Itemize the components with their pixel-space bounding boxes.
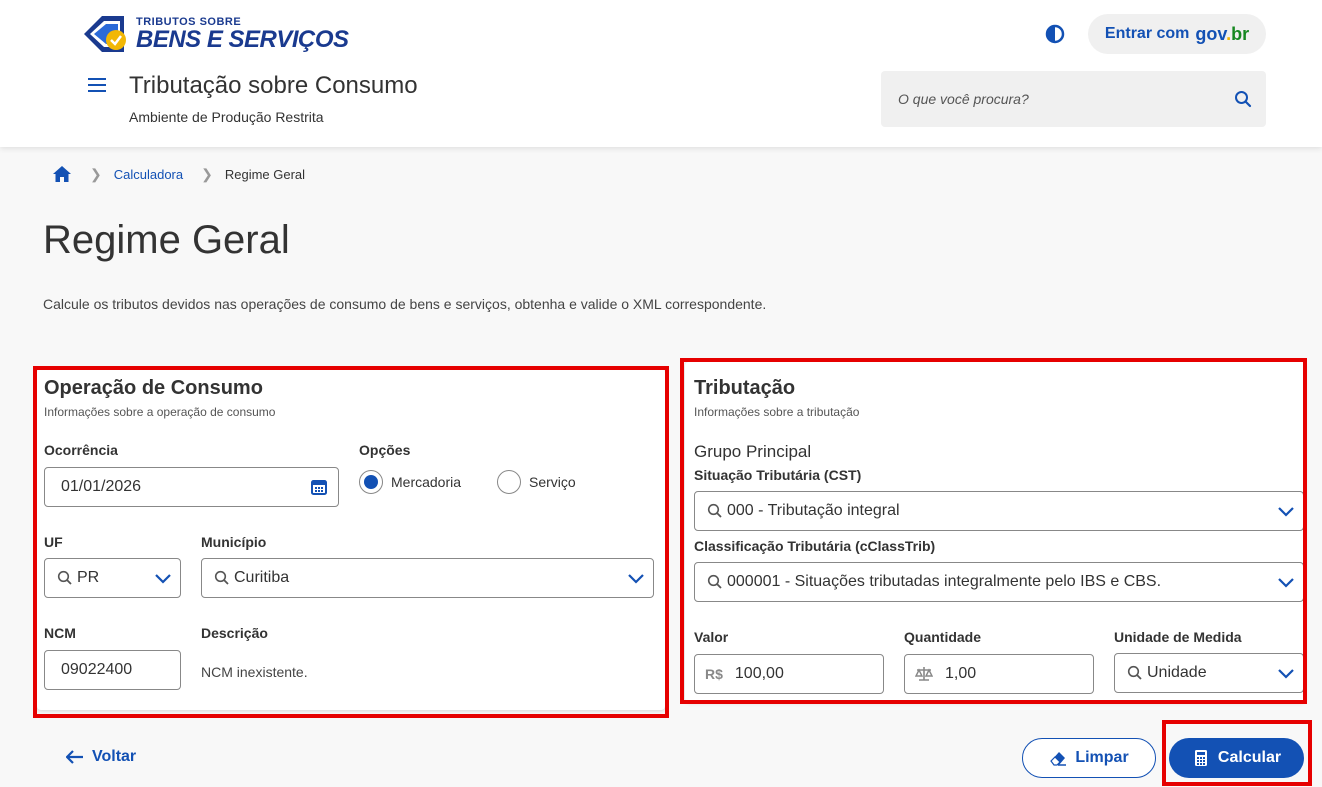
app-subtitle: Ambiente de Produção Restrita <box>129 109 324 125</box>
tributacao-title: Tributação <box>694 377 796 399</box>
tag-check-logo-icon <box>84 16 126 52</box>
breadcrumb-link-calculadora[interactable]: Calculadora <box>114 167 183 182</box>
chevron-right-icon: ❯ <box>90 165 102 182</box>
municipio-label: Município <box>201 534 267 550</box>
login-govbr-button[interactable]: Entrar com gov.br <box>1088 14 1266 54</box>
grupo-principal-label: Grupo Principal <box>694 442 812 461</box>
arrow-left-icon <box>66 750 83 764</box>
valor-input[interactable]: R$ 100,00 <box>694 654 884 694</box>
radio-label: Mercadoria <box>391 474 462 490</box>
cst-select[interactable]: 000 - Tributação integral <box>694 491 1304 531</box>
operacao-title: Operação de Consumo <box>44 377 263 399</box>
municipio-value: Curitiba <box>234 569 290 586</box>
municipio-select[interactable]: Curitiba <box>201 558 654 598</box>
chevron-down-icon[interactable] <box>154 569 172 587</box>
eraser-icon <box>1050 752 1067 766</box>
cclasstrib-select[interactable]: 000001 - Situações tributadas integralme… <box>694 562 1304 602</box>
calculate-button[interactable]: Calcular <box>1169 738 1304 778</box>
radio-servico[interactable]: Serviço <box>497 470 576 494</box>
uf-value: PR <box>77 569 100 586</box>
chevron-down-icon[interactable] <box>1277 502 1295 520</box>
cst-value: 000 - Tributação integral <box>727 502 900 519</box>
search-icon <box>707 574 722 589</box>
page-description: Calcule os tributos devidos nas operaçõe… <box>43 296 767 312</box>
home-icon[interactable] <box>52 165 72 183</box>
calculate-label: Calcular <box>1217 749 1282 766</box>
chevron-right-icon: ❯ <box>201 165 213 182</box>
cclasstrib-value: 000001 - Situações tributadas integralme… <box>727 573 1162 590</box>
govbr-logo: gov.br <box>1195 24 1249 45</box>
breadcrumb-current: Regime Geral <box>224 166 306 182</box>
radio-mercadoria[interactable]: Mercadoria <box>359 470 461 494</box>
ocorrencia-label: Ocorrência <box>44 442 118 458</box>
search-box <box>881 71 1266 127</box>
search-icon <box>707 503 722 518</box>
quantidade-value: 1,00 <box>945 665 977 682</box>
operacao-card: Operação de Consumo Informações sobre a … <box>37 369 665 710</box>
calendar-icon[interactable] <box>310 478 328 496</box>
uf-select[interactable]: PR <box>44 558 181 598</box>
login-label: Entrar com <box>1104 25 1190 42</box>
quantidade-input[interactable]: 1,00 <box>904 654 1094 694</box>
chevron-down-icon[interactable] <box>1277 664 1295 682</box>
ncm-value: 09022400 <box>61 661 133 678</box>
quantidade-label: Quantidade <box>904 629 982 645</box>
ncm-input[interactable]: 09022400 <box>44 650 181 690</box>
page-title: Regime Geral <box>43 218 290 262</box>
descricao-label: Descrição <box>201 625 268 641</box>
search-icon <box>214 570 229 585</box>
clear-button[interactable]: Limpar <box>1022 738 1156 778</box>
ocorrencia-value: 01/01/2026 <box>61 478 142 495</box>
brand-logo[interactable]: TRIBUTOS SOBRE BENS E SERVIÇOS <box>80 12 349 56</box>
currency-prefix: R$ <box>705 666 723 682</box>
back-button[interactable]: Voltar <box>66 748 136 766</box>
chevron-down-icon[interactable] <box>627 569 645 587</box>
app-title: Tributação sobre Consumo <box>129 72 418 99</box>
tributacao-card: Tributação Informações sobre a tributaçã… <box>685 362 1305 702</box>
valor-value: 100,00 <box>734 665 784 682</box>
back-label: Voltar <box>92 748 137 765</box>
search-input[interactable] <box>881 71 1221 127</box>
scale-icon <box>915 667 933 681</box>
govbr-logo-part: gov <box>1195 23 1227 44</box>
radio-label: Serviço <box>529 474 576 490</box>
govbr-logo-part: br <box>1231 23 1250 44</box>
unidade-select[interactable]: Unidade <box>1114 653 1304 693</box>
valor-label: Valor <box>694 629 729 645</box>
unidade-label: Unidade de Medida <box>1114 629 1242 645</box>
search-icon <box>1127 665 1142 680</box>
tributacao-subtitle: Informações sobre a tributação <box>694 405 860 419</box>
opcoes-label: Opções <box>359 442 411 458</box>
operacao-subtitle: Informações sobre a operação de consumo <box>44 405 276 419</box>
cst-label: Situação Tributária (CST) <box>694 467 862 483</box>
clear-label: Limpar <box>1075 749 1129 766</box>
search-icon[interactable] <box>1234 90 1252 108</box>
contrast-icon[interactable] <box>1045 24 1065 44</box>
calculator-icon <box>1194 750 1207 766</box>
radio-button-checked[interactable] <box>359 470 383 494</box>
unidade-value: Unidade <box>1147 664 1207 681</box>
cclasstrib-label: Classificação Tributária (cClassTrib) <box>694 538 936 554</box>
breadcrumb: ❯ Calculadora ❯ Regime Geral <box>52 165 305 183</box>
uf-label: UF <box>44 534 63 550</box>
search-icon <box>57 570 72 585</box>
radio-button-unchecked[interactable] <box>497 470 521 494</box>
ocorrencia-date-field[interactable]: 01/01/2026 <box>44 467 339 507</box>
descricao-value: NCM inexistente. <box>201 664 308 680</box>
logo-title: BENS E SERVIÇOS <box>136 26 349 53</box>
ncm-label: NCM <box>44 625 76 641</box>
site-header: TRIBUTOS SOBRE BENS E SERVIÇOS Entrar co… <box>0 0 1322 147</box>
hamburger-menu-icon[interactable] <box>88 78 106 94</box>
chevron-down-icon[interactable] <box>1277 573 1295 591</box>
